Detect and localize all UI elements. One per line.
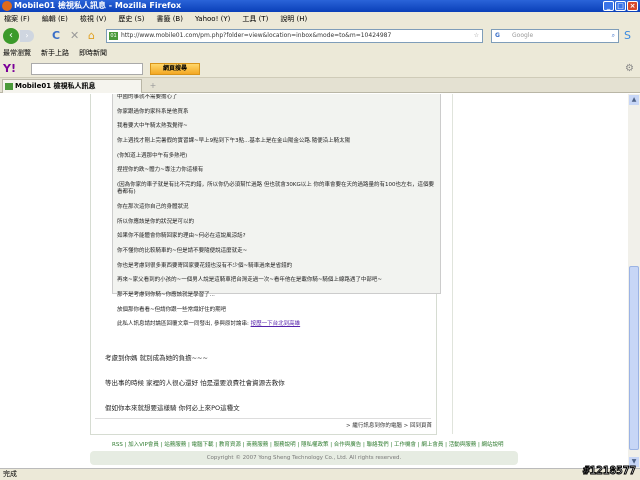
scrollbar-thumb[interactable] [629,266,639,450]
site-favicon: 01 [109,32,118,40]
home-icon[interactable]: ⌂ [88,29,95,43]
menu-file[interactable]: 檔案 (F) [4,12,30,26]
quoted-message: 中國的事就不需要擔心了你家跟過你的家科系是他買系 我看要大中午騎太熱我覺得~ 你上週… [112,94,441,327]
menu-bar: 檔案 (F) 編輯 (E) 檢視 (V) 歷史 (S) 書籤 (B) Yahoo! (Y)… [0,12,640,26]
url-input[interactable]: 01 http://www.mobile01.com/pm.php?folder=… [106,29,483,43]
quote-line: 捏捏你的跌~體力~專注力你這樣有 [117,167,204,174]
back-button[interactable]: ‹ [3,28,19,44]
reply-line: 等出事的時候 家裡的人很心還好 怕是還要浪費社會資源去救你 [105,379,285,387]
title-bar: Mobile01 檢視私人訊息 - Mozilla Firefox _ □ × [0,0,640,12]
quote-footer-text: 此私人訊息請討論區回覆文章一同發出, 參與原討論串: [117,321,249,328]
settings-gear-icon[interactable]: ⚙ [625,63,634,74]
tab-bar: Mobile01 檢視私人訊息 + [0,78,640,93]
quote-line: 你不懂你的比較騎車的~但是請不要隨便說這麼就走~ [117,247,248,254]
quote-footer: 此私人訊息請討論區回覆文章一同發出, 參與原討論串: 按歷一下台北到高雄 [117,321,436,328]
menu-history[interactable]: 歷史 (S) [118,12,144,26]
menu-tools[interactable]: 工具 (T) [242,12,268,26]
bookmark-getting-started[interactable]: 新手上路 [41,46,69,60]
page-content: 中國的事就不需要擔心了你家跟過你的家科系是他買系 我看要大中午騎太熱我覺得~ 你上週… [0,94,628,468]
quote-line: 你上週找才剛上完暑假的實習課~早上9點到下午3點...基本上是在金山陽金公路.隨… [117,138,351,145]
quote-line: 再來~家父看到的小孩的~一個男人說是這騎車把台灣走過一次~看年他在是載你騎~騎個… [117,277,383,284]
reply-line: 假如你本來就想要這樣騎 你何必上來PO這種文 [105,404,240,412]
footer-links[interactable]: RSS | 加入VIP會員 | 站務服務 | 電腦下載 | 教育資源 | 商務服… [112,440,504,448]
quote-line: 我看要大中午騎太熱我覺得~ [117,123,188,130]
window-title: Mobile01 檢視私人訊息 - Mozilla Firefox [14,1,182,10]
maximize-button[interactable]: □ [615,1,626,11]
yahoo-logo[interactable]: Y! [3,62,16,75]
divider [95,418,431,419]
navigation-toolbar: ‹ › C ✕ ⌂ 01 http://www.mobile01.com/pm.p… [0,26,640,46]
vertical-scrollbar[interactable]: ▲ ▼ [628,94,640,468]
bookmark-most-visited[interactable]: 最常瀏覽 [3,46,31,60]
search-input[interactable]: G Google ⌕ [491,29,619,43]
watermark: #1218577 [583,464,637,478]
quote-line: 中國的事就不需要擔心了 [117,94,178,100]
back-to-top-links[interactable]: > 繼行訊息到你的電腦 > 回到頁首 [346,421,432,429]
status-text: 完成 [3,470,17,478]
tab-favicon [5,83,13,90]
search-placeholder: Google [512,32,534,39]
yahoo-search-button[interactable]: 網頁搜尋 [150,63,200,75]
reply-line: 考慮到你媽 就別成為她的負擔~~~ [105,354,208,362]
url-text: http://www.mobile01.com/pm.php?folder=vi… [121,32,392,39]
skype-icon[interactable]: S [624,29,631,43]
bookmarks-toolbar: 最常瀏覽 新手上路 即時新聞 [0,46,640,60]
quote-line: 你在那次這你自己的身體狀況 [117,203,189,210]
copyright: Copyright © 2007 Yong Sheng Technology C… [90,451,518,465]
menu-yahoo[interactable]: Yahoo! (Y) [195,12,230,26]
firefox-icon [2,1,12,11]
google-icon: G [495,32,500,39]
bookmark-latest-news[interactable]: 即時新聞 [79,46,107,60]
quote-line: (因為你家的車子就是有比不完的錯，所以你仍必須幫忙過路 但也就會30KG以上 你… [117,182,435,196]
quote-line: 你家跟過你的家科系是他買系 [117,108,189,115]
yahoo-search-input[interactable] [31,63,143,75]
bookmark-star-icon[interactable]: ☆ [474,30,479,42]
new-tab-button[interactable]: + [147,80,159,92]
menu-view[interactable]: 檢視 (V) [80,12,106,26]
tab-label: Mobile01 檢視私人訊息 [15,82,96,90]
minimize-button[interactable]: _ [603,1,614,11]
quote-line: 如果你不能體會你騎回家的理由~何必在這說風涼話? [117,233,246,240]
quote-line: 那不是考慮到你騎~你應該就是學習了... [117,291,215,298]
status-bar: 完成 [0,468,640,480]
scroll-up-arrow-icon[interactable]: ▲ [629,95,639,105]
yahoo-toolbar: Y! 網頁搜尋 ⚙ [0,60,640,78]
quote-line: 所以你應該是你的狀況是可以的 [117,218,195,225]
menu-edit[interactable]: 編輯 (E) [42,12,68,26]
reload-icon[interactable]: C [52,29,60,43]
menu-bookmarks[interactable]: 書籤 (B) [156,12,183,26]
quote-line: 放個那你看看~但請你跟一些常識好住的期吧 [117,306,227,313]
tab-active[interactable]: Mobile01 檢視私人訊息 [2,79,142,93]
close-button[interactable]: × [627,1,638,11]
forward-button[interactable]: › [20,30,34,42]
original-thread-link[interactable]: 按歷一下台北到高雄 [251,321,301,327]
quote-line: 你也是考慮到很多東西要寄回家要花錢也沒有不少個~騎車過來是省錢的 [117,262,293,269]
quote-line: (你知道上週那中午有多熱吧) [117,152,188,159]
menu-help[interactable]: 說明 (H) [280,12,307,26]
search-icon[interactable]: ⌕ [612,30,615,42]
message-panel: 中國的事就不需要擔心了你家跟過你的家科系是他買系 我看要大中午騎太熱我覺得~ 你上週… [90,94,441,435]
right-column-divider [452,94,453,434]
stop-icon[interactable]: ✕ [70,29,79,43]
